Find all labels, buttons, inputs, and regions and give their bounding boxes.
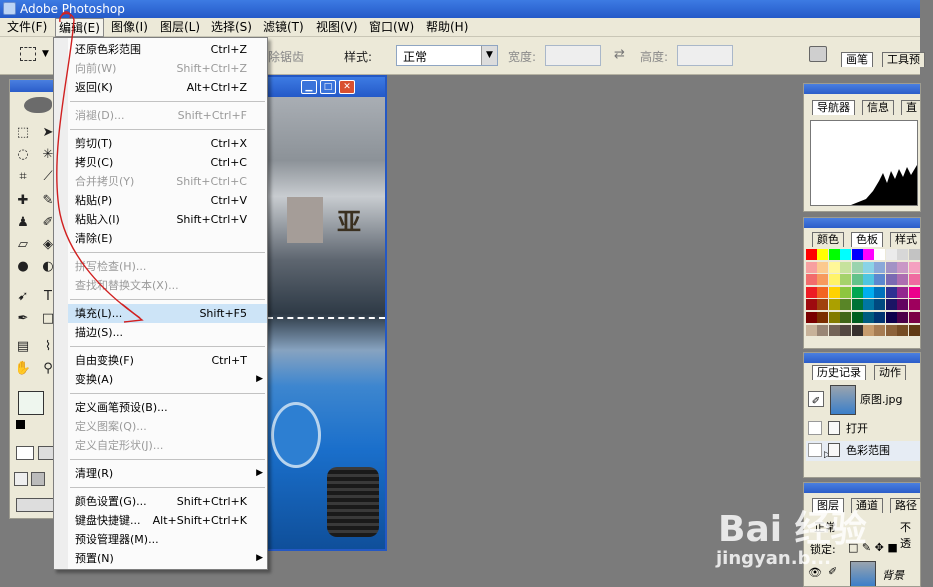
red-arrow-stroke [56,12,141,319]
red-annotation-overlay [56,11,144,323]
